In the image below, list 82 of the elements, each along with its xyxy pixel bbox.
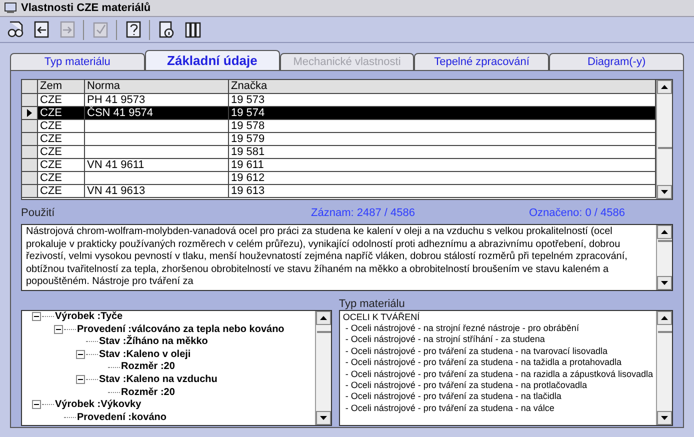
scroll-thumb[interactable] <box>658 240 672 242</box>
scroll-down-icon[interactable] <box>316 410 331 424</box>
row-selector[interactable] <box>22 159 38 171</box>
scroll-down-icon[interactable] <box>657 410 672 424</box>
row-selector[interactable] <box>22 133 38 145</box>
tree-node[interactable]: Stav :Žíháno na měkko <box>99 336 208 348</box>
column-header[interactable]: Zem <box>38 80 85 93</box>
table-cell: 19 574 <box>229 107 656 119</box>
table-cell: VN 41 9613 <box>85 185 229 197</box>
row-selector[interactable] <box>22 94 38 106</box>
list-item[interactable]: - Oceli nástrojové - pro tváření za studena - na válce <box>342 402 653 414</box>
row-selector[interactable] <box>22 172 38 184</box>
tree-node[interactable]: Rozměr :20 <box>121 361 175 373</box>
table-cell: VN 41 9611 <box>85 159 229 171</box>
list-item[interactable]: - Oceli nástrojové - pro tváření za studena - na tvarovací lisovadla <box>342 346 653 358</box>
column-header[interactable]: Norma <box>85 80 229 93</box>
scroll-up-icon[interactable] <box>657 80 672 94</box>
table-cell: 19 613 <box>229 185 656 197</box>
table-cell: 19 611 <box>229 159 656 171</box>
table-cell: CZE <box>38 146 85 158</box>
tree-node[interactable]: Rozměr :20 <box>121 386 175 398</box>
tree-node[interactable]: Výrobek :Tyče <box>55 311 123 323</box>
vertical-scrollbar[interactable] <box>656 310 672 424</box>
scroll-up-icon[interactable] <box>657 310 672 324</box>
row-selector[interactable] <box>22 120 38 132</box>
collapse-icon[interactable] <box>76 375 85 384</box>
tree-node[interactable]: Provedení :válcováno za tepla nebo kováno <box>77 324 284 336</box>
marked-counter: Označeno: 0 / 4586 <box>529 206 626 221</box>
scroll-down-icon[interactable] <box>657 185 672 199</box>
material-type-label: Typ materiálu <box>338 296 406 310</box>
collapse-icon[interactable] <box>32 312 41 322</box>
collapse-icon[interactable] <box>32 400 41 410</box>
row-selector[interactable] <box>22 146 38 158</box>
scroll-up-icon[interactable] <box>657 225 672 239</box>
pointer-icon <box>27 109 32 117</box>
table-cell: CZE <box>38 185 85 197</box>
tree-node[interactable]: Výrobek :Výkovky <box>55 399 142 411</box>
table-cell: PH 41 9573 <box>85 94 229 106</box>
people-button[interactable] <box>5 20 25 40</box>
list-item[interactable]: - Oceli nástrojové - pro tváření za studena - na tlačidla <box>342 391 653 403</box>
table-cell: CZE <box>38 133 85 145</box>
usage-label: Použití <box>21 206 56 221</box>
table-cell: CZE <box>38 94 85 106</box>
scroll-up-icon[interactable] <box>316 310 331 324</box>
tab[interactable]: Typ materiálu <box>10 53 145 70</box>
row-selector[interactable] <box>22 107 38 119</box>
row-selector[interactable] <box>22 185 38 197</box>
collapse-icon[interactable] <box>76 350 85 360</box>
collapse-icon[interactable] <box>54 324 63 334</box>
table-cell: CZE <box>38 120 85 132</box>
scroll-thumb[interactable] <box>658 147 672 149</box>
vertical-scrollbar[interactable] <box>656 225 672 290</box>
record-counter: Záznam: 2487 / 4586 <box>311 206 416 221</box>
tab[interactable]: Diagram(-y) <box>549 53 684 70</box>
list-item[interactable]: - Oceli nástrojové - na strojní stříhání - za studena <box>342 334 653 346</box>
table-cell: 19 573 <box>229 94 656 106</box>
table-cell: 19 578 <box>229 120 656 132</box>
table-cell: ČSN 41 9574 <box>85 107 229 119</box>
table-cell: 19 612 <box>229 172 656 184</box>
vertical-scrollbar[interactable] <box>656 80 672 199</box>
tree-node[interactable]: Provedení :kováno <box>77 412 166 424</box>
table-cell: 19 579 <box>229 133 656 145</box>
list-item[interactable]: OCELI K TVÁŘENÍ <box>342 312 653 323</box>
scroll-down-icon[interactable] <box>657 276 672 290</box>
table-cell: CZE <box>38 107 85 119</box>
window-icon <box>4 2 17 14</box>
list-item[interactable]: - Oceli nástrojové - pro tváření za studena - na protlačovadla <box>342 380 653 392</box>
scroll-thumb[interactable] <box>658 330 672 332</box>
description-text: Nástrojová chrom-wolfram-molybden-vanadová ocel pro práci za studena ke kalení v oleji a na vzduchu s velkou prokalitelností (ocel prokaluje v prakticky používaných rozměrech v celém průřezu), vynikající odolností proti adheznímu a abrazivnímu opotřebení, dobrou řezivostí, velmi vysokou pevností v tlaku, menší houževnatostí zejména napříč vláken, dobrou stálostí rozměrů při tepelném zpracování, obtížnou tvařitelností za tepla, zhoršenou obrobitelností ve stavu žíhaném na měkko a obrobitelností broušením ve stavu kaleném a popouštěném. Nástroje pro tváření za <box>25 225 628 289</box>
window-title: Vlastnosti CZE materiálů <box>21 0 151 16</box>
scroll-thumb[interactable] <box>316 330 331 332</box>
table-cell: 19 581 <box>229 146 656 158</box>
tab[interactable]: Tepelné zpracování <box>414 53 550 70</box>
vertical-scrollbar[interactable] <box>314 310 331 424</box>
list-item[interactable]: - Oceli nástrojové - na strojní řezné nástroje - pro obrábění <box>342 322 653 334</box>
table-cell: CZE <box>38 172 85 184</box>
table-cell: CZE <box>38 159 85 171</box>
list-item[interactable]: - Oceli nástrojové - pro tváření za studena - na tažidla a protahovadla <box>342 357 653 369</box>
tree-node[interactable]: Stav :Kaleno v oleji <box>99 348 191 360</box>
list-item[interactable]: - Oceli nástrojové - pro tváření za studena - na razidla a zápustková lisovadla <box>342 368 653 380</box>
tab[interactable]: Základní údaje <box>144 50 280 70</box>
tree-node[interactable]: Stav :Kaleno na vzduchu <box>99 374 218 386</box>
